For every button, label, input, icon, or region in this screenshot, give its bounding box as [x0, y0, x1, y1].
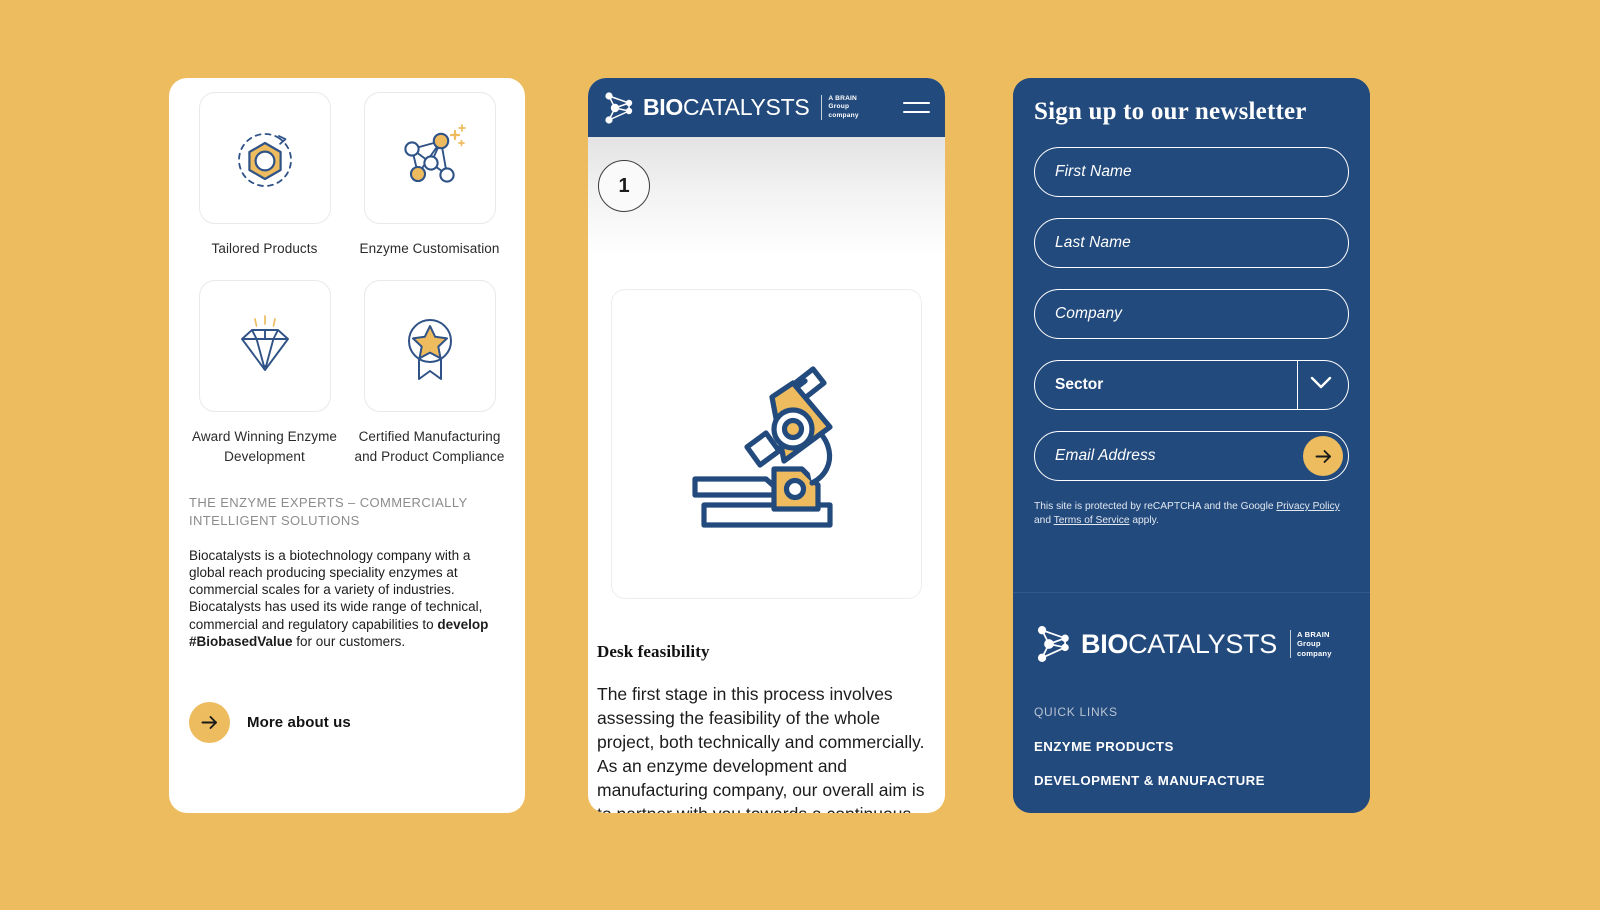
article-body-region: 1 Desk feasibility The first stage in th…: [588, 137, 945, 813]
terms-of-service-link[interactable]: Terms of Service: [1054, 515, 1130, 526]
footer-logo-word-catalysts: CATALYSTS: [1128, 628, 1277, 659]
arrow-right-icon: [1315, 449, 1331, 463]
email-placeholder: Email Address: [1055, 447, 1156, 464]
hero-illustration-card: [611, 289, 922, 599]
feature-item-tailored-products[interactable]: Tailored Products: [189, 92, 340, 260]
molecule-network-sparkle-icon: [403, 124, 466, 183]
footer-logo[interactable]: BIOCATALYSTS A BRAIN Group company: [1034, 623, 1349, 665]
privacy-policy-link[interactable]: Privacy Policy: [1276, 501, 1339, 512]
features-card: Tailored Products Enzyme Customisation A…: [169, 78, 525, 813]
logo-word-bio: BIO: [643, 94, 683, 120]
logo-tagline-line1: A BRAIN: [828, 94, 858, 102]
feature-item-enzyme-customisation[interactable]: Enzyme Customisation: [354, 92, 505, 260]
logo-tagline: A BRAIN Group company: [821, 94, 859, 121]
sector-select[interactable]: Sector: [1034, 360, 1349, 410]
newsletter-submit-button[interactable]: [1303, 436, 1343, 476]
feature-label: Award Winning Enzyme Development: [191, 428, 338, 465]
logo-wordmark: BIOCATALYSTS: [643, 94, 810, 121]
last-name-field[interactable]: Last Name: [1034, 218, 1349, 268]
site-header: BIOCATALYSTS A BRAIN Group company: [588, 78, 945, 137]
footer-logo-tagline-line2: Group: [1296, 639, 1321, 649]
footer-link-development-manufacture[interactable]: DEVELOPMENT & MANUFACTURE: [1034, 773, 1349, 788]
company-field[interactable]: Company: [1034, 289, 1349, 339]
feature-item-award-winning[interactable]: Award Winning Enzyme Development: [189, 279, 340, 468]
hexagon-refresh-icon: [237, 133, 292, 187]
feature-tile: [363, 92, 496, 224]
arrow-right-icon: [189, 702, 230, 744]
recaptcha-legal-text: This site is protected by reCAPTCHA and …: [1034, 500, 1349, 529]
mobile-article-panel: BIOCATALYSTS A BRAIN Group company 1 Des…: [588, 78, 945, 813]
footer-logo-tagline-line1: A BRAIN: [1296, 629, 1330, 639]
feature-grid: Tailored Products Enzyme Customisation A…: [189, 92, 505, 468]
quick-links-heading: QUICK LINKS: [1034, 705, 1118, 719]
feature-label: Certified Manufacturing and Product Comp…: [354, 428, 505, 465]
newsletter-title: Sign up to our newsletter: [1034, 98, 1307, 125]
legal-mid: and: [1034, 515, 1054, 527]
site-logo[interactable]: BIOCATALYSTS A BRAIN Group company: [602, 90, 859, 126]
hamburger-menu-icon[interactable]: [903, 101, 930, 114]
footer-logo-tagline: A BRAIN Group company: [1289, 629, 1332, 659]
feature-item-certified-manufacturing[interactable]: Certified Manufacturing and Product Comp…: [354, 279, 505, 468]
feature-label: Enzyme Customisation: [359, 241, 500, 256]
logo-tagline-line2: Group: [828, 103, 850, 111]
article-title: Desk feasibility: [597, 642, 710, 661]
newsletter-footer-panel: Sign up to our newsletter First Name Las…: [1013, 78, 1370, 813]
article-paragraph: The first stage in this process involves…: [597, 684, 925, 813]
step-number-badge: 1: [598, 160, 650, 212]
molecule-logo-icon: [1037, 626, 1069, 662]
logo-tagline-line3: company: [828, 111, 859, 119]
page-root: Tailored Products Enzyme Customisation A…: [0, 0, 1600, 910]
site-footer: BIOCATALYSTS A BRAIN Group company QUICK…: [1013, 592, 1370, 813]
sector-selected-value: Sector: [1055, 376, 1104, 393]
section-eyebrow: THE ENZYME EXPERTS – COMMERCIALLY INTELL…: [189, 494, 468, 528]
feature-tile: [363, 279, 496, 412]
feature-label: Tailored Products: [211, 241, 318, 256]
first-name-field[interactable]: First Name: [1034, 147, 1349, 197]
email-field[interactable]: Email Address: [1034, 431, 1349, 481]
legal-prefix: This site is protected by reCAPTCHA and …: [1034, 501, 1277, 512]
footer-logo-tagline-line3: company: [1296, 648, 1332, 658]
about-paragraph: Biocatalysts is a biotechnology company …: [189, 547, 505, 651]
footer-logo-wordmark: BIOCATALYSTS: [1081, 629, 1277, 660]
company-placeholder: Company: [1055, 305, 1123, 322]
more-about-us-link[interactable]: More about us: [189, 702, 505, 744]
footer-logo-word-bio: BIO: [1081, 628, 1129, 659]
feature-tile: [198, 92, 331, 224]
feature-tile: [198, 279, 331, 412]
award-ribbon-star-icon: [407, 318, 452, 380]
about-paragraph-tail: for our customers.: [292, 633, 406, 649]
microscope-icon: [691, 366, 833, 528]
select-divider: [1296, 361, 1298, 409]
more-about-us-label: More about us: [247, 714, 351, 732]
footer-link-enzyme-products[interactable]: ENZYME PRODUCTS: [1034, 739, 1349, 754]
chevron-down-icon: [1310, 376, 1332, 394]
first-name-placeholder: First Name: [1055, 163, 1132, 180]
logo-word-catalysts: CATALYSTS: [683, 94, 810, 120]
diamond-icon: [240, 314, 289, 371]
newsletter-section: Sign up to our newsletter First Name Las…: [1013, 78, 1370, 592]
legal-suffix: apply.: [1129, 515, 1159, 527]
last-name-placeholder: Last Name: [1055, 234, 1131, 251]
molecule-logo-icon: [605, 91, 633, 124]
